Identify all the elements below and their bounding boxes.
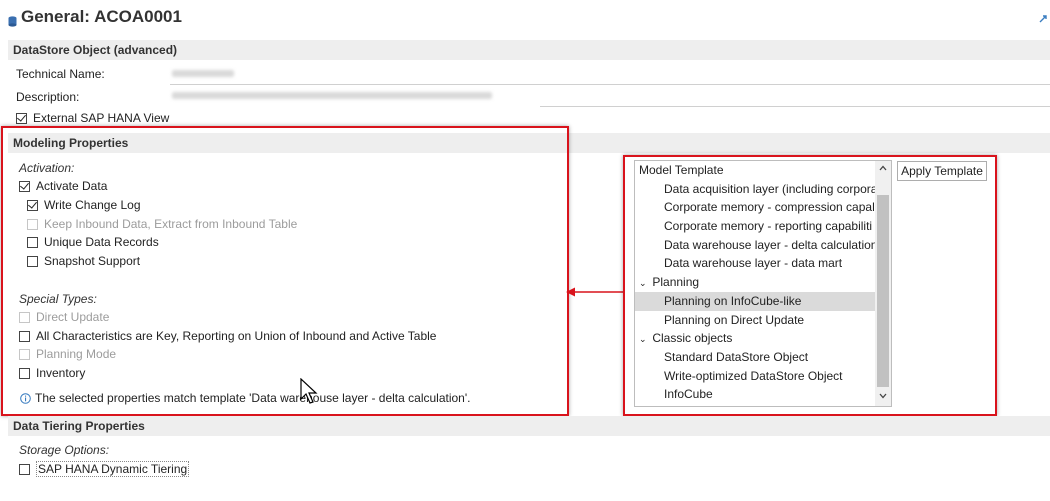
activation-label: Activation: xyxy=(19,161,75,175)
storage-options-label: Storage Options: xyxy=(19,443,110,457)
red-arrow-icon xyxy=(566,287,625,297)
dynamic-tiering-label: SAP HANA Dynamic Tiering xyxy=(36,461,190,477)
scroll-down-icon[interactable] xyxy=(879,393,887,399)
planning-group-label: Planning xyxy=(652,275,700,290)
template-match-info: The selected properties match template '… xyxy=(20,391,470,405)
snapshot-support-checkbox[interactable] xyxy=(27,255,38,267)
external-view-option[interactable]: External SAP HANA View xyxy=(16,111,169,125)
inventory-option[interactable]: Inventory xyxy=(19,366,85,380)
unique-records-label: Unique Data Records xyxy=(44,235,159,249)
tree-item-write-optimized[interactable]: Write-optimized DataStore Object xyxy=(635,367,875,386)
snapshot-support-label: Snapshot Support xyxy=(44,254,141,268)
external-view-checkbox[interactable] xyxy=(16,111,27,124)
tree-group-classic[interactable]: ⌄ Classic objects xyxy=(635,329,875,348)
modeling-highlight-box xyxy=(1,126,569,416)
tree-item-acquisition[interactable]: Data acquisition layer (including corpor… xyxy=(635,180,875,199)
all-characteristics-label: All Characteristics are Key, Reporting o… xyxy=(36,329,437,343)
keep-inbound-label: Keep Inbound Data, Extract from Inbound … xyxy=(44,217,298,231)
planning-mode-option: Planning Mode xyxy=(19,347,116,361)
tree-item-planning-direct[interactable]: Planning on Direct Update xyxy=(635,311,875,330)
chevron-down-icon[interactable]: ⌄ xyxy=(639,330,649,348)
scroll-up-icon[interactable] xyxy=(879,165,887,171)
chevron-down-icon[interactable]: ⌄ xyxy=(639,274,649,292)
keep-inbound-option: Keep Inbound Data, Extract from Inbound … xyxy=(27,217,297,231)
template-match-text: The selected properties match template '… xyxy=(35,391,471,405)
description-label: Description: xyxy=(16,90,80,104)
tree-item-corporate-compression[interactable]: Corporate memory - compression capal xyxy=(635,198,875,217)
tiering-section-header: Data Tiering Properties xyxy=(8,416,1050,436)
activate-data-option[interactable]: Activate Data xyxy=(19,179,107,193)
planning-mode-checkbox xyxy=(19,348,30,360)
technical-name-field-underline xyxy=(170,84,1050,85)
write-change-log-checkbox[interactable] xyxy=(27,198,38,211)
page-title: General: ACOA0001 xyxy=(21,7,182,26)
keep-inbound-checkbox xyxy=(27,218,38,230)
technical-name-value xyxy=(172,70,234,77)
planning-mode-label: Planning Mode xyxy=(36,347,117,361)
datastore-icon xyxy=(8,15,17,27)
tree-header: Model Template xyxy=(639,163,724,177)
dynamic-tiering-option[interactable]: SAP HANA Dynamic Tiering xyxy=(19,461,190,477)
direct-update-label: Direct Update xyxy=(36,310,110,324)
tree-item-infocube[interactable]: InfoCube xyxy=(635,385,875,404)
link-icon[interactable] xyxy=(1038,14,1048,24)
template-tree[interactable]: Model Template Data acquisition layer (i… xyxy=(634,160,892,407)
tree-item-dw-datamart[interactable]: Data warehouse layer - data mart xyxy=(635,254,875,273)
all-characteristics-checkbox[interactable] xyxy=(19,330,30,342)
direct-update-option: Direct Update xyxy=(19,310,109,324)
scrollbar-thumb[interactable] xyxy=(877,195,889,387)
datastore-section-header: DataStore Object (advanced) xyxy=(8,40,1050,60)
tree-item-planning-infocube[interactable]: Planning on InfoCube-like xyxy=(635,291,875,311)
classic-group-label: Classic objects xyxy=(652,331,733,346)
description-value xyxy=(172,92,492,99)
snapshot-support-option[interactable]: Snapshot Support xyxy=(27,254,140,268)
tree-item-corporate-reporting[interactable]: Corporate memory - reporting capabiliti xyxy=(635,217,875,236)
tree-item-standard-dso[interactable]: Standard DataStore Object xyxy=(635,348,875,367)
tree-item-dw-delta[interactable]: Data warehouse layer - delta calculation xyxy=(635,236,875,255)
write-change-log-option[interactable]: Write Change Log xyxy=(27,198,141,212)
info-icon xyxy=(20,392,31,404)
external-view-label: External SAP HANA View xyxy=(33,111,170,125)
unique-records-option[interactable]: Unique Data Records xyxy=(27,235,159,249)
apply-template-button[interactable]: Apply Template xyxy=(897,161,987,181)
editor-title: General: ACOA0001 xyxy=(8,7,182,27)
description-field-underline xyxy=(540,106,1050,107)
all-characteristics-option[interactable]: All Characteristics are Key, Reporting o… xyxy=(19,329,436,343)
unique-records-checkbox[interactable] xyxy=(27,236,38,248)
write-change-log-label: Write Change Log xyxy=(44,198,141,212)
inventory-label: Inventory xyxy=(36,366,86,380)
special-types-label: Special Types: xyxy=(19,292,97,306)
activate-data-checkbox[interactable] xyxy=(19,179,30,192)
inventory-checkbox[interactable] xyxy=(19,367,30,379)
template-scrollbar[interactable] xyxy=(875,161,891,406)
mouse-cursor-icon xyxy=(300,378,318,404)
activate-data-label: Activate Data xyxy=(36,179,108,193)
direct-update-checkbox xyxy=(19,311,30,323)
dynamic-tiering-checkbox[interactable] xyxy=(19,463,30,475)
technical-name-label: Technical Name: xyxy=(16,67,105,81)
tree-group-planning[interactable]: ⌄ Planning xyxy=(635,273,875,292)
